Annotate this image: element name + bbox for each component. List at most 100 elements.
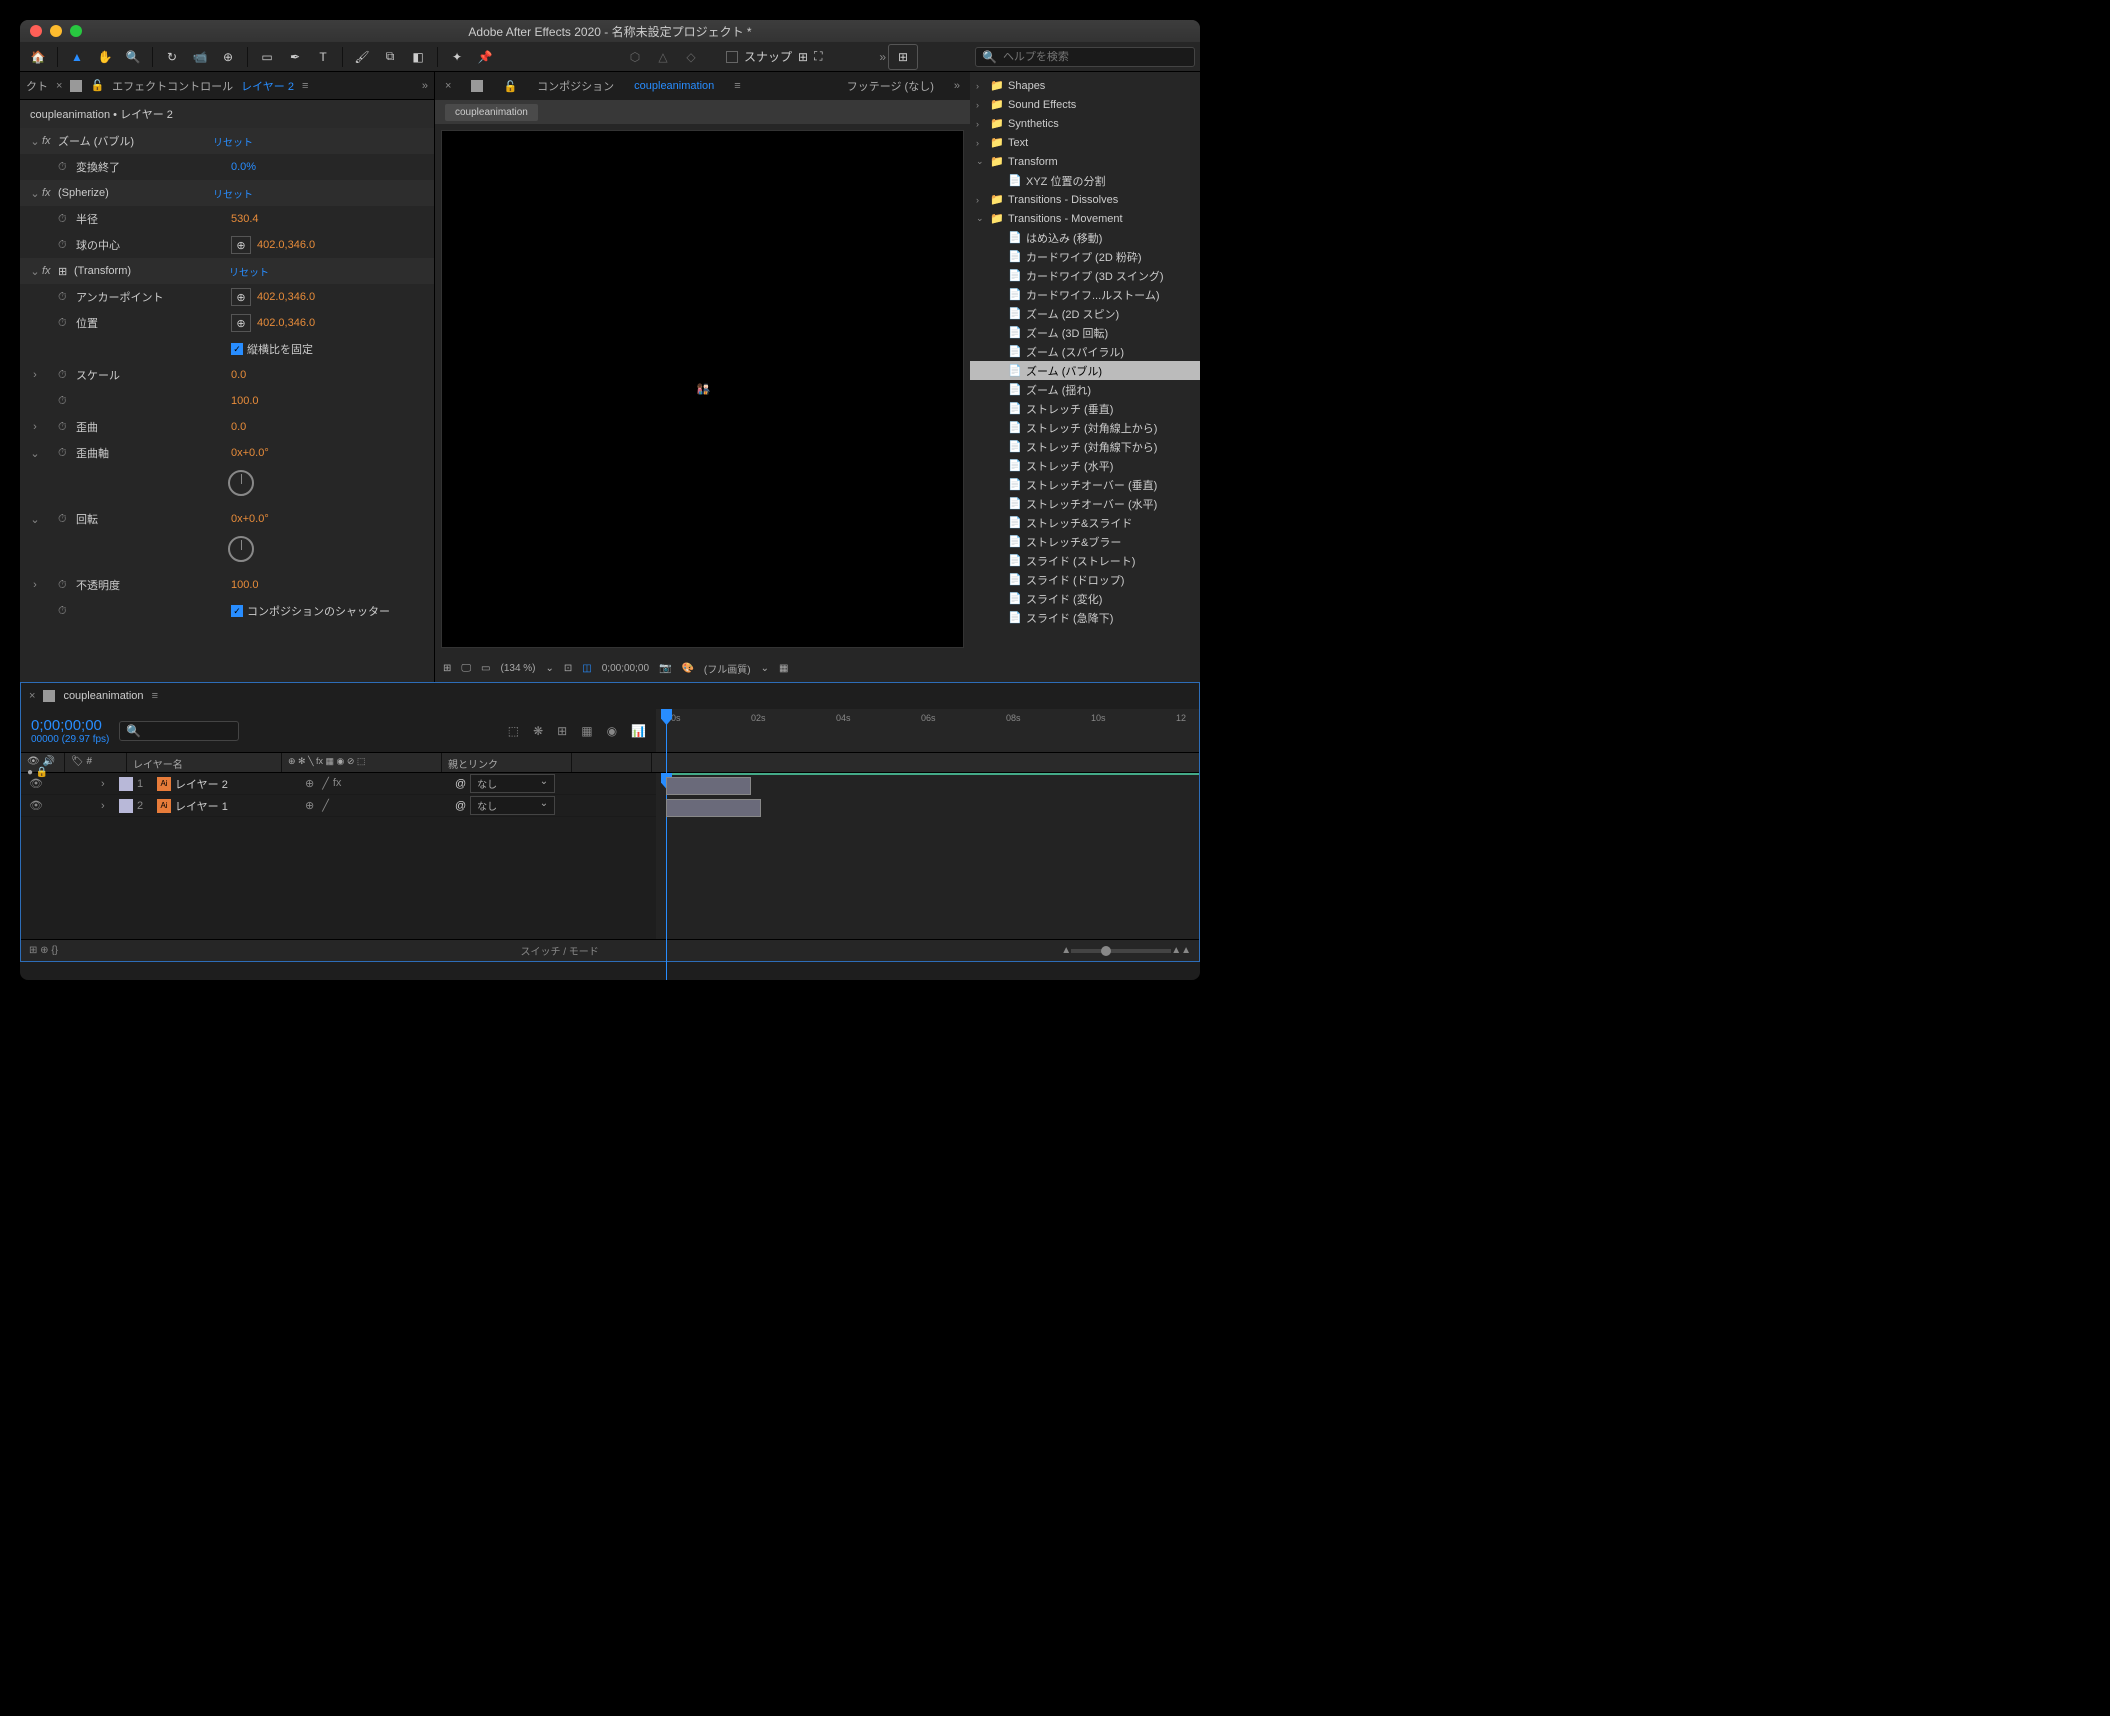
folder-item[interactable]: ⌄📁Transform xyxy=(970,152,1200,171)
property-value[interactable]: 0x+0.0° xyxy=(231,513,269,525)
preset-item[interactable]: 📄カードワイプ (3D スイング) xyxy=(970,266,1200,285)
preset-item[interactable]: 📄ストレッチ (垂直) xyxy=(970,399,1200,418)
property-value[interactable]: 100.0 xyxy=(231,395,259,407)
preset-item[interactable]: 📄ストレッチ&スライド xyxy=(970,513,1200,532)
stopwatch-icon[interactable]: ⏱ xyxy=(58,291,76,304)
transparency-icon[interactable]: ◫ xyxy=(582,663,591,674)
toggle-switches-icon[interactable]: ⊞ ⊕ {} xyxy=(29,945,58,956)
preset-item[interactable]: 📄ストレッチ (対角線上から) xyxy=(970,418,1200,437)
orbit-tool-icon[interactable]: ↻ xyxy=(159,44,185,70)
pickwhip-icon[interactable]: @ xyxy=(455,800,466,812)
reset-link[interactable]: リセット xyxy=(213,134,253,149)
property-value[interactable]: 530.4 xyxy=(231,213,259,225)
zoom-in-icon[interactable]: ▲▲ xyxy=(1171,945,1191,956)
col-layer-name[interactable]: レイヤー名 xyxy=(127,753,282,772)
stopwatch-icon[interactable]: ⏱ xyxy=(58,239,76,252)
preset-item[interactable]: 📄ズーム (3D 回転) xyxy=(970,323,1200,342)
layer-name[interactable]: レイヤー 1 xyxy=(175,798,305,814)
rotation-dial[interactable] xyxy=(228,536,254,562)
zoom-level[interactable]: (134 %) xyxy=(500,663,535,674)
reset-link[interactable]: リセット xyxy=(213,186,253,201)
panel-menu-icon[interactable]: ≡ xyxy=(152,690,158,702)
property-value[interactable]: 0.0 xyxy=(231,369,246,381)
eraser-tool-icon[interactable]: ◧ xyxy=(405,44,431,70)
stopwatch-icon[interactable]: ⏱ xyxy=(58,369,76,382)
res-icon[interactable]: ⊡ xyxy=(564,663,572,674)
overflow-icon[interactable]: » xyxy=(879,50,886,64)
folder-item[interactable]: ›📁Transitions - Dissolves xyxy=(970,190,1200,209)
camera-tool-icon[interactable]: 📹 xyxy=(187,44,213,70)
type-tool-icon[interactable]: T xyxy=(310,44,336,70)
viewer-time[interactable]: 0;00;00;00 xyxy=(602,663,649,674)
quality-dd[interactable]: (フル画質) xyxy=(704,661,751,676)
close-tab-icon[interactable]: × xyxy=(56,80,62,92)
pickwhip-icon[interactable]: @ xyxy=(455,778,466,790)
point-picker-icon[interactable]: ⊕ xyxy=(231,236,251,254)
overflow-icon[interactable]: » xyxy=(954,80,960,92)
selection-tool-icon[interactable]: ▲ xyxy=(64,44,90,70)
snap-icon[interactable]: ⊞ xyxy=(798,50,808,64)
folder-item[interactable]: ›📁Synthetics xyxy=(970,114,1200,133)
panel-menu-icon[interactable]: ≡ xyxy=(302,80,308,92)
folder-item[interactable]: ›📁Text xyxy=(970,133,1200,152)
parent-dropdown[interactable]: なし⌄ xyxy=(470,796,555,815)
frame-blend-icon[interactable]: ▦ xyxy=(581,724,592,738)
effect-name[interactable]: ズーム (バブル) xyxy=(58,133,213,149)
brush-tool-icon[interactable]: 🖌 xyxy=(349,44,375,70)
property-value[interactable]: 0.0 xyxy=(231,421,246,433)
folder-item[interactable]: ›📁Shapes xyxy=(970,76,1200,95)
property-value[interactable]: 402.0,346.0 xyxy=(257,317,315,329)
stopwatch-icon[interactable]: ⏱ xyxy=(58,213,76,226)
property-value[interactable]: 100.0 xyxy=(231,579,259,591)
motion-blur-icon[interactable]: ◉ xyxy=(607,724,617,738)
property-value[interactable]: 0x+0.0° xyxy=(231,447,269,459)
snap-checkbox[interactable] xyxy=(726,51,738,63)
col-parent[interactable]: 親とリンク xyxy=(442,753,572,772)
grid-icon[interactable]: ⊞ xyxy=(443,663,451,674)
eye-icon[interactable]: 👁 xyxy=(21,799,51,812)
composition-viewer[interactable] xyxy=(441,130,964,648)
rotation-dial[interactable] xyxy=(228,470,254,496)
shy-icon[interactable]: ❋ xyxy=(533,724,543,738)
reset-link[interactable]: リセット xyxy=(229,264,269,279)
preset-item[interactable]: 📄ストレッチ (対角線下から) xyxy=(970,437,1200,456)
comp-tab-label[interactable]: コンポジション xyxy=(537,78,614,94)
preset-item[interactable]: 📄カードワイフ...ルストーム) xyxy=(970,285,1200,304)
footage-tab[interactable]: フッテージ (なし) xyxy=(847,78,934,94)
checkbox[interactable]: ✓ xyxy=(231,605,243,617)
preset-item[interactable]: 📄ズーム (バブル) xyxy=(970,361,1200,380)
layer-row[interactable]: 👁›2Aiレイヤー 1⊕╱@なし⌄ xyxy=(21,795,656,817)
close-tab-icon[interactable]: × xyxy=(29,690,35,702)
ec-tab-label[interactable]: エフェクトコントロール xyxy=(112,78,233,94)
property-value[interactable]: 402.0,346.0 xyxy=(257,239,315,251)
folder-item[interactable]: ›📁Sound Effects xyxy=(970,95,1200,114)
comp-mini-icon[interactable]: ⬚ xyxy=(508,724,519,738)
twisty-icon[interactable]: › xyxy=(101,800,115,812)
stopwatch-icon[interactable]: ⏱ xyxy=(58,421,76,434)
preset-item[interactable]: 📄スライド (急降下) xyxy=(970,608,1200,627)
layer-search[interactable]: 🔍 xyxy=(119,721,239,741)
preset-item[interactable]: 📄ズーム (揺れ) xyxy=(970,380,1200,399)
effect-name[interactable]: (Spherize) xyxy=(58,187,213,199)
preset-item[interactable]: 📄スライド (ストレート) xyxy=(970,551,1200,570)
switch-mode-toggle[interactable]: スイッチ / モード xyxy=(58,943,1061,958)
help-search-input[interactable] xyxy=(1003,51,1188,63)
pen-tool-icon[interactable]: ✒ xyxy=(282,44,308,70)
help-search[interactable]: 🔍 xyxy=(975,47,1195,67)
zoom-out-icon[interactable]: ▲ xyxy=(1061,945,1071,956)
layer-color-swatch[interactable] xyxy=(119,799,133,813)
parent-dropdown[interactable]: なし⌄ xyxy=(470,774,555,793)
close-tab-icon[interactable]: × xyxy=(445,80,451,92)
comp-subtab[interactable]: coupleanimation xyxy=(445,104,538,121)
layer-name[interactable]: レイヤー 2 xyxy=(175,776,305,792)
preset-item[interactable]: 📄XYZ 位置の分割 xyxy=(970,171,1200,190)
clone-tool-icon[interactable]: ⧉ xyxy=(377,44,403,70)
eye-icon[interactable]: 👁 xyxy=(21,777,51,790)
effect-name[interactable]: (Transform) xyxy=(74,265,229,277)
mesh2-icon[interactable]: △ xyxy=(650,44,676,70)
preset-item[interactable]: 📄ズーム (2D スピン) xyxy=(970,304,1200,323)
checkbox[interactable]: ✓ xyxy=(231,343,243,355)
zoom-tool-icon[interactable]: 🔍 xyxy=(120,44,146,70)
puppet-tool-icon[interactable]: 📌 xyxy=(472,44,498,70)
pan-behind-tool-icon[interactable]: ⊕ xyxy=(215,44,241,70)
